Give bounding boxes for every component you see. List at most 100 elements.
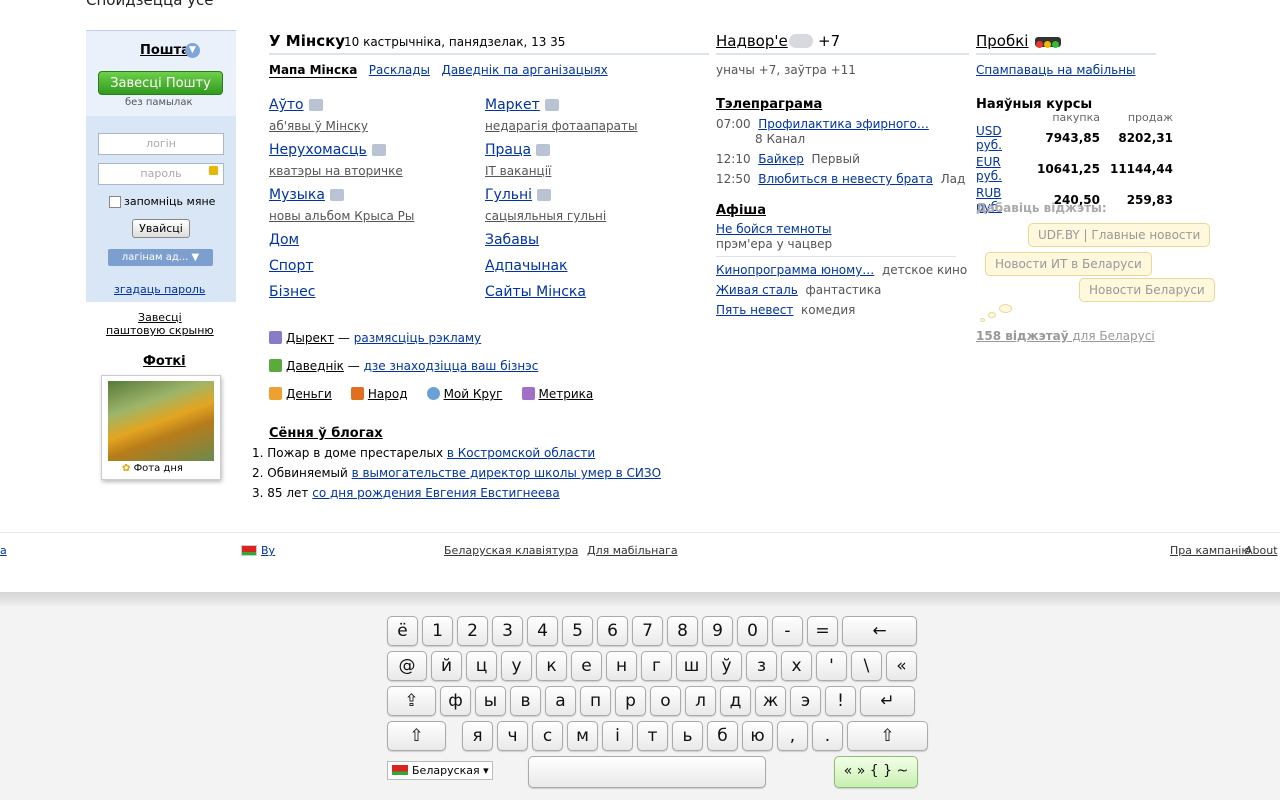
key[interactable]: 5	[562, 616, 593, 646]
currency-link[interactable]: USD руб.	[976, 124, 1030, 155]
password-input[interactable]: пароль	[98, 163, 224, 185]
enter-key[interactable]: ↵	[860, 686, 915, 716]
photo-of-day-image[interactable]	[108, 381, 214, 461]
widgets-count-suffix[interactable]: для Беларусі	[1069, 329, 1154, 343]
key[interactable]: \	[851, 651, 882, 681]
keyboard-language-select[interactable]: Беларуская ▾	[387, 761, 493, 780]
widgets-count-link[interactable]: 158 віджэтаў	[976, 329, 1069, 343]
afisha-link[interactable]: Живая сталь	[716, 283, 798, 297]
moikrug-link[interactable]: Мой Круг	[444, 387, 503, 401]
login-input[interactable]: логін	[98, 133, 224, 155]
key[interactable]: э	[790, 686, 821, 716]
key[interactable]: н	[606, 651, 637, 681]
service-music[interactable]: Музыка	[269, 187, 325, 203]
key[interactable]: «	[886, 651, 917, 681]
key[interactable]: ч	[497, 721, 528, 751]
key[interactable]: 7	[632, 616, 663, 646]
key[interactable]: с	[532, 721, 563, 751]
footer-cut-link[interactable]: а	[0, 544, 7, 557]
city-title[interactable]: У Мінску	[269, 32, 345, 50]
narod-link[interactable]: Народ	[368, 387, 408, 401]
key[interactable]: о	[650, 686, 681, 716]
service-games-sub[interactable]: сацыяльныя гульні	[485, 209, 606, 223]
key[interactable]: ш	[676, 651, 707, 681]
tv-show-link[interactable]: Профилактика эфирного…	[758, 117, 929, 131]
remember-checkbox[interactable]	[109, 196, 121, 208]
directory-link[interactable]: Даведнік	[286, 359, 344, 373]
key[interactable]: х	[781, 651, 812, 681]
login-button[interactable]: Увайсці	[132, 219, 190, 238]
key[interactable]: б	[707, 721, 738, 751]
service-home[interactable]: Дом	[269, 232, 299, 248]
blogs-title[interactable]: Сёння ў блогах	[269, 426, 383, 441]
forgot-password-link[interactable]: згадаць пароль	[114, 283, 205, 296]
directory-business-link[interactable]: дзе знаходзіцца ваш бізнэс	[364, 359, 539, 373]
key[interactable]: -	[772, 616, 803, 646]
key[interactable]: й	[431, 651, 462, 681]
key[interactable]: 3	[492, 616, 523, 646]
key[interactable]: ы	[475, 686, 506, 716]
symbols-key[interactable]: « » { } ~	[834, 756, 918, 788]
key[interactable]: =	[807, 616, 838, 646]
service-realty[interactable]: Нерухомасць	[269, 142, 367, 158]
widget-bubble[interactable]: Новости ИТ в Беларуси	[985, 252, 1152, 276]
nav-map[interactable]: Мапа Мінска	[269, 63, 358, 78]
nav-directory[interactable]: Даведнік па арганізацыях	[441, 63, 607, 77]
key[interactable]: я	[462, 721, 493, 751]
service-realty-sub[interactable]: кватэры на вторичке	[269, 164, 403, 178]
service-jobs-sub[interactable]: IT ваканції	[485, 164, 551, 178]
footer-about-link[interactable]: About	[1245, 544, 1278, 557]
key[interactable]: у	[501, 651, 532, 681]
widget-bubble[interactable]: UDF.BY | Главные новости	[1028, 223, 1211, 247]
afisha-link[interactable]: Кинопрограмма юному…	[716, 263, 874, 277]
key[interactable]: ў	[711, 651, 742, 681]
open-mail-line2[interactable]: паштовую скрыню	[106, 324, 214, 337]
photos-title-link[interactable]: Фоткі	[143, 354, 186, 369]
direct-ad-link[interactable]: размясціць рэкламу	[354, 331, 481, 345]
key[interactable]: ё	[387, 616, 418, 646]
metrika-link[interactable]: Метрика	[539, 387, 594, 401]
key[interactable]: ю	[742, 721, 773, 751]
remember-me[interactable]: запомніць мяне	[109, 195, 215, 208]
nav-schedules[interactable]: Расклады	[369, 63, 430, 77]
currency-link[interactable]: EUR руб.	[976, 155, 1030, 186]
key[interactable]: р	[615, 686, 646, 716]
key[interactable]: '	[816, 651, 847, 681]
blog-link[interactable]: со дня рождения Евгения Евстигнеева	[312, 486, 559, 500]
service-auto-sub[interactable]: аб'явы ў Мінску	[269, 119, 368, 133]
key[interactable]: .	[812, 721, 843, 751]
key[interactable]: з	[746, 651, 777, 681]
key[interactable]: м	[567, 721, 598, 751]
weather-title[interactable]: Надвор'е	[716, 32, 788, 50]
key[interactable]: ц	[466, 651, 497, 681]
key[interactable]: 0	[737, 616, 768, 646]
key[interactable]: д	[720, 686, 751, 716]
service-sport[interactable]: Спорт	[269, 258, 314, 274]
chevron-down-icon[interactable]: ▼	[185, 43, 200, 58]
footer-mobile-link[interactable]: Для мабільнага	[587, 544, 678, 557]
key[interactable]: !	[825, 686, 856, 716]
key[interactable]: в	[510, 686, 541, 716]
footer-region-link[interactable]: By	[261, 544, 275, 557]
tv-title[interactable]: Тэлепраграма	[716, 97, 822, 112]
widget-bubble[interactable]: Новости Беларуси	[1079, 278, 1215, 302]
money-link[interactable]: Деньги	[286, 387, 332, 401]
open-mail-line1[interactable]: Завесці	[106, 311, 214, 324]
key[interactable]: е	[571, 651, 602, 681]
key[interactable]: 8	[667, 616, 698, 646]
afisha-title[interactable]: Афіша	[716, 203, 766, 218]
key[interactable]: ь	[672, 721, 703, 751]
tv-show-link[interactable]: Влюбиться в невесту брата	[758, 172, 933, 186]
service-business[interactable]: Бізнес	[269, 284, 315, 300]
key[interactable]: і	[602, 721, 633, 751]
afisha-feature-link[interactable]: Не бойся темноты	[716, 222, 831, 236]
service-jobs[interactable]: Праца	[485, 142, 531, 158]
key[interactable]: а	[545, 686, 576, 716]
capslock-key[interactable]: ⇪	[387, 686, 436, 716]
open-mailbox[interactable]: Завесці паштовую скрыню	[106, 311, 214, 337]
blog-link[interactable]: в Костромской области	[447, 446, 595, 460]
key[interactable]: 9	[702, 616, 733, 646]
login-with-dropdown[interactable]: лагінам ад... ▼	[108, 249, 213, 266]
shift-key[interactable]: ⇧	[847, 721, 928, 751]
footer-keyboard-link[interactable]: Беларуская клавіятура	[444, 544, 578, 557]
